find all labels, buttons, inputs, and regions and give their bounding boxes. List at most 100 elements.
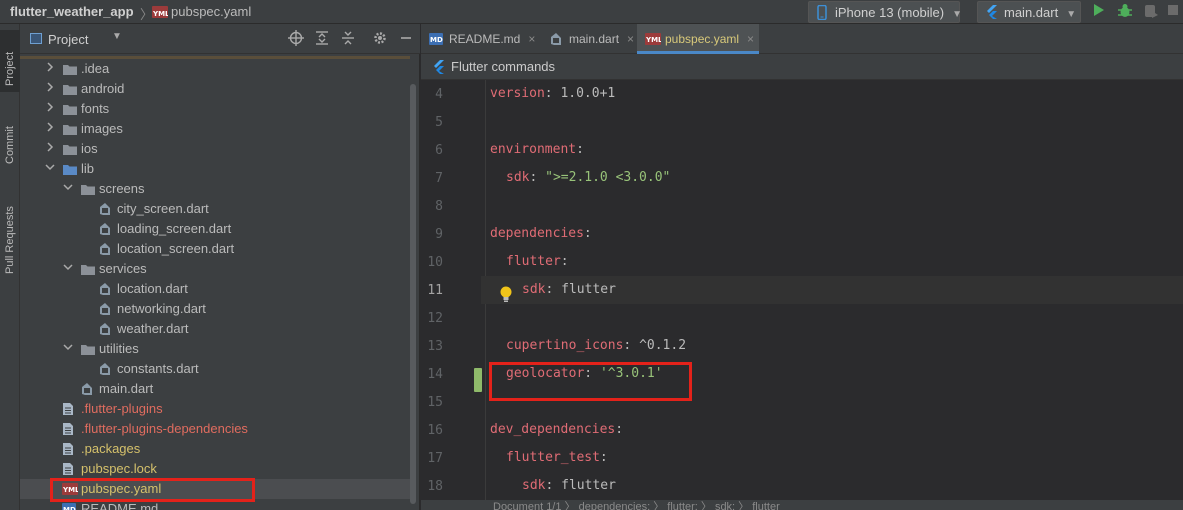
tree-item[interactable]: loading_screen.dart [20,219,410,239]
line-number: 15 [427,395,443,410]
chevron-right-icon[interactable] [44,139,56,159]
tree-item[interactable]: utilities [20,339,410,359]
code-line[interactable]: dev_dependencies: [481,416,1183,444]
lightbulb-icon[interactable] [499,286,513,307]
code-line[interactable] [481,304,1183,332]
yaml-key: dependencies [490,226,584,241]
close-icon[interactable]: × [627,32,634,46]
yaml-key: sdk [506,170,530,185]
yaml-separator: : [545,282,562,297]
tool-tab-project[interactable]: Project [0,30,20,92]
tree-item[interactable]: .flutter-plugins [20,399,410,419]
tree-item[interactable]: ios [20,139,410,159]
tree-item-label: android [81,81,125,96]
tree-item[interactable]: constants.dart [20,359,410,379]
device-selector[interactable]: iPhone 13 (mobile) ▼ [808,1,962,23]
line-number: 18 [427,479,443,494]
tab-label: pubspec.yaml [665,32,740,46]
tree-scrollbar[interactable] [410,84,416,504]
yaml-key: version [490,86,545,101]
tab-readme[interactable]: MD README.md × [421,24,541,54]
close-icon[interactable]: × [747,32,754,46]
breadcrumb-file[interactable]: pubspec.yaml [171,4,251,19]
tab-pubspec-yaml[interactable]: YML pubspec.yaml × [637,24,759,54]
tree-item[interactable]: fonts [20,99,410,119]
editor-area: MD README.md × main.dart × YML pubspec.yam… [421,24,1183,510]
chevron-down-icon[interactable] [62,179,74,199]
project-panel: Project ▼ .idea android fonts images ios lib s… [20,24,420,510]
tree-item[interactable]: weather.dart [20,319,410,339]
code-line[interactable]: environment: [481,136,1183,164]
tree-item[interactable]: location.dart [20,279,410,299]
code-editor[interactable]: version: 1.0.0+1 environment: sdk: ">=2.1.… [481,80,1183,510]
chevron-right-icon[interactable] [44,79,56,99]
tree-item[interactable]: .idea [20,59,410,79]
code-line[interactable]: sdk: ">=2.1.0 <3.0.0" [481,164,1183,192]
tree-item[interactable]: screens [20,179,410,199]
code-line[interactable]: flutter_test: [481,444,1183,472]
project-panel-header: Project ▼ [20,24,420,54]
locate-icon[interactable] [288,30,304,46]
code-line[interactable]: flutter: [481,248,1183,276]
tool-tab-commit[interactable]: Commit [0,108,20,170]
tree-item[interactable]: .flutter-plugins-dependencies [20,419,410,439]
line-number: 13 [427,339,443,354]
tree-item[interactable]: networking.dart [20,299,410,319]
yaml-separator: : [623,338,640,353]
tree-item[interactable]: city_screen.dart [20,199,410,219]
chevron-right-icon[interactable] [44,99,56,119]
flutter-icon [986,5,998,22]
project-view-icon [30,33,42,44]
navigation-bar: flutter_weather_app 〉 YML pubspec.yaml i… [0,0,1183,24]
chevron-down-icon[interactable] [44,159,56,179]
yaml-value: ^0.1.2 [639,338,687,353]
gear-icon[interactable] [372,30,388,46]
chevron-down-icon[interactable]: ▼ [112,31,122,42]
breadcrumb-project[interactable]: flutter_weather_app [10,4,134,19]
code-line[interactable]: dependencies: [481,220,1183,248]
tree-item[interactable]: location_screen.dart [20,239,410,259]
code-line[interactable]: cupertino_icons: ^0.1.2 [481,332,1183,360]
tree-item[interactable]: pubspec.lock [20,459,410,479]
tree-item-label: .flutter-plugins [81,401,163,416]
project-panel-title[interactable]: Project [48,32,88,47]
structure-breadcrumb[interactable]: Document 1/1 〉 dependencies: 〉 flutter: … [493,498,780,510]
tree-item[interactable]: main.dart [20,379,410,399]
line-number: 7 [435,171,443,186]
collapse-all-icon[interactable] [340,30,356,46]
tree-item[interactable]: services [20,259,410,279]
editor-status-breadcrumb: Document 1/1 〉 dependencies: 〉 flutter: … [421,500,1183,510]
yaml-value: flutter [561,478,616,493]
yaml-separator: : [615,422,624,437]
tree-item-label: location.dart [117,281,188,296]
code-line[interactable] [481,192,1183,220]
run-icon[interactable] [1090,3,1108,21]
tree-item[interactable]: .packages [20,439,410,459]
code-line[interactable]: sdk: flutter [481,276,1183,304]
code-line[interactable]: version: 1.0.0+1 [481,80,1183,108]
expand-all-icon[interactable] [314,30,330,46]
tree-item[interactable]: images [20,119,410,139]
chevron-down-icon[interactable] [62,339,74,359]
line-number-gutter: 4 5 6 7 8 9 10 11 12 13 14 15 16 17 18 [421,80,481,510]
vcs-change-marker[interactable] [474,368,482,392]
flutter-commands-label[interactable]: Flutter commands [451,59,555,74]
tab-main-dart[interactable]: main.dart × [541,24,637,54]
run-config-selector[interactable]: main.dart ▼ [977,1,1081,23]
code-line[interactable]: sdk: flutter [481,472,1183,500]
close-icon[interactable]: × [528,32,535,46]
chevron-right-icon[interactable] [44,59,56,79]
line-number: 14 [427,367,443,382]
tool-tab-pull-requests[interactable]: Pull Requests [0,184,20,280]
minimize-icon[interactable] [398,30,414,46]
tree-item[interactable]: android [20,79,410,99]
code-line[interactable] [481,108,1183,136]
flutter-commands-bar[interactable]: Flutter commands [421,54,1183,80]
tree-item[interactable]: lib [20,159,410,179]
chevron-right-icon[interactable] [44,119,56,139]
debug-icon[interactable] [1116,3,1134,21]
stop-icon[interactable] [1164,3,1182,21]
attach-debugger-icon[interactable] [1142,3,1160,21]
yaml-key: sdk [522,282,546,297]
chevron-down-icon[interactable] [62,259,74,279]
